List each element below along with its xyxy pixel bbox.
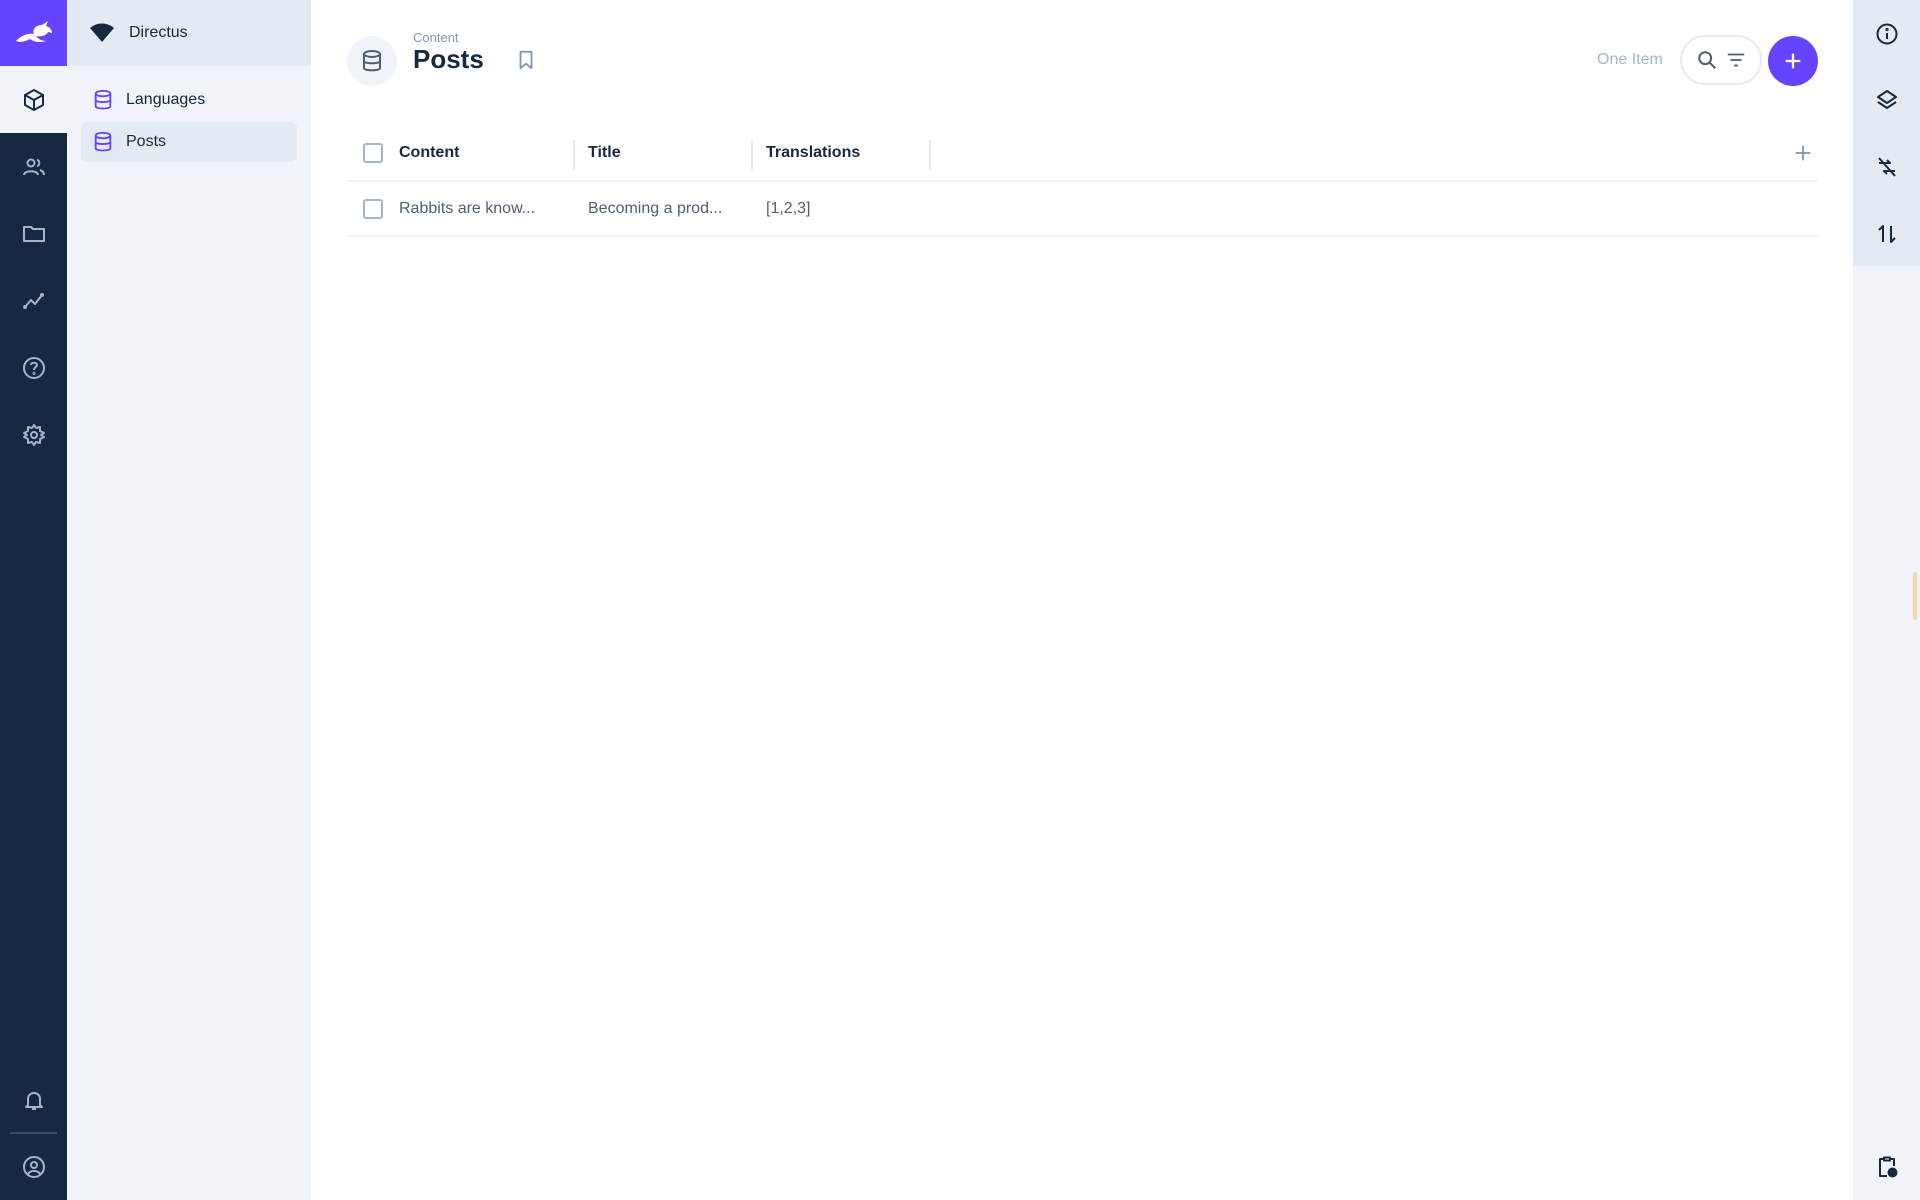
import-export-icon <box>1877 224 1896 243</box>
collection-icon-button[interactable] <box>347 36 397 86</box>
module-settings[interactable] <box>0 401 67 468</box>
navigation-pane: Directus Languages Posts <box>67 0 311 1200</box>
insights-icon <box>22 292 44 309</box>
module-notifications[interactable] <box>0 1066 67 1133</box>
column-resize-handle[interactable] <box>929 140 931 170</box>
bookmark-icon <box>519 50 533 70</box>
module-help[interactable] <box>0 334 67 401</box>
settings-icon <box>22 423 45 446</box>
page-title: Posts <box>413 44 484 74</box>
directus-logo[interactable] <box>0 0 67 66</box>
select-all-checkbox[interactable] <box>363 126 383 180</box>
module-files[interactable] <box>0 200 67 267</box>
layout-icon <box>1876 89 1897 109</box>
main-content: Content Posts One Item Content Title Tra… <box>311 0 1853 1200</box>
nav-item-label: Languages <box>126 91 206 108</box>
wifi-icon <box>90 23 114 42</box>
notifications-icon <box>24 1091 43 1110</box>
sync-off-icon <box>1877 156 1896 177</box>
plus-icon <box>1795 145 1811 161</box>
filter-icon[interactable] <box>1725 49 1747 71</box>
column-resize-handle[interactable] <box>751 140 753 170</box>
sidebar-activity-button[interactable] <box>1853 1133 1920 1200</box>
nav-item-label: Posts <box>126 133 167 150</box>
database-icon <box>94 89 112 110</box>
sidebar-layout-button[interactable] <box>1853 66 1920 133</box>
info-icon <box>1876 23 1897 44</box>
search-icon[interactable] <box>1696 49 1718 71</box>
table-row[interactable]: Rabbits are know... Becoming a prod... [… <box>347 182 1818 237</box>
table-header: Content Title Translations <box>347 126 1818 182</box>
nav-item-languages[interactable]: Languages <box>81 80 297 120</box>
item-count: One Item <box>1597 51 1663 68</box>
module-account[interactable] <box>0 1133 67 1200</box>
sidebar-info-button[interactable] <box>1853 0 1920 67</box>
rabbit-logo-icon <box>15 21 52 43</box>
database-icon <box>363 50 381 72</box>
scroll-indicator[interactable] <box>1913 572 1917 620</box>
sidebar-sync-button[interactable] <box>1853 133 1920 200</box>
create-item-button[interactable] <box>1768 36 1818 86</box>
column-resize-handle[interactable] <box>573 140 575 170</box>
nav-item-posts[interactable]: Posts <box>81 122 297 162</box>
sidebar-import-export-button[interactable] <box>1853 200 1920 267</box>
add-field-button[interactable] <box>1792 126 1814 180</box>
plus-icon <box>1785 53 1801 69</box>
project-header[interactable]: Directus <box>67 0 311 66</box>
cell-translations: [1,2,3] <box>766 199 811 217</box>
column-header-translations[interactable]: Translations <box>766 126 860 180</box>
database-icon <box>94 131 112 152</box>
files-icon <box>22 225 45 242</box>
column-header-title[interactable]: Title <box>588 126 621 180</box>
items-table: Content Title Translations Rabbits are k… <box>347 126 1818 237</box>
users-icon <box>22 158 45 175</box>
breadcrumb[interactable]: Content <box>413 30 459 45</box>
activity-icon <box>1878 1156 1897 1177</box>
account-icon <box>22 1155 45 1178</box>
column-header-content[interactable]: Content <box>399 126 459 180</box>
bookmark-button[interactable] <box>515 49 537 76</box>
search-filter-group <box>1680 35 1762 85</box>
module-bar <box>0 0 67 1200</box>
help-icon <box>22 356 45 379</box>
row-checkbox[interactable] <box>363 182 383 235</box>
module-users[interactable] <box>0 133 67 200</box>
module-insights[interactable] <box>0 267 67 334</box>
cell-content: Rabbits are know... <box>399 199 536 217</box>
content-icon <box>23 88 44 111</box>
right-sidebar <box>1853 0 1920 1200</box>
cell-title: Becoming a prod... <box>588 199 723 217</box>
module-content[interactable] <box>0 66 67 133</box>
project-name: Directus <box>129 24 188 41</box>
